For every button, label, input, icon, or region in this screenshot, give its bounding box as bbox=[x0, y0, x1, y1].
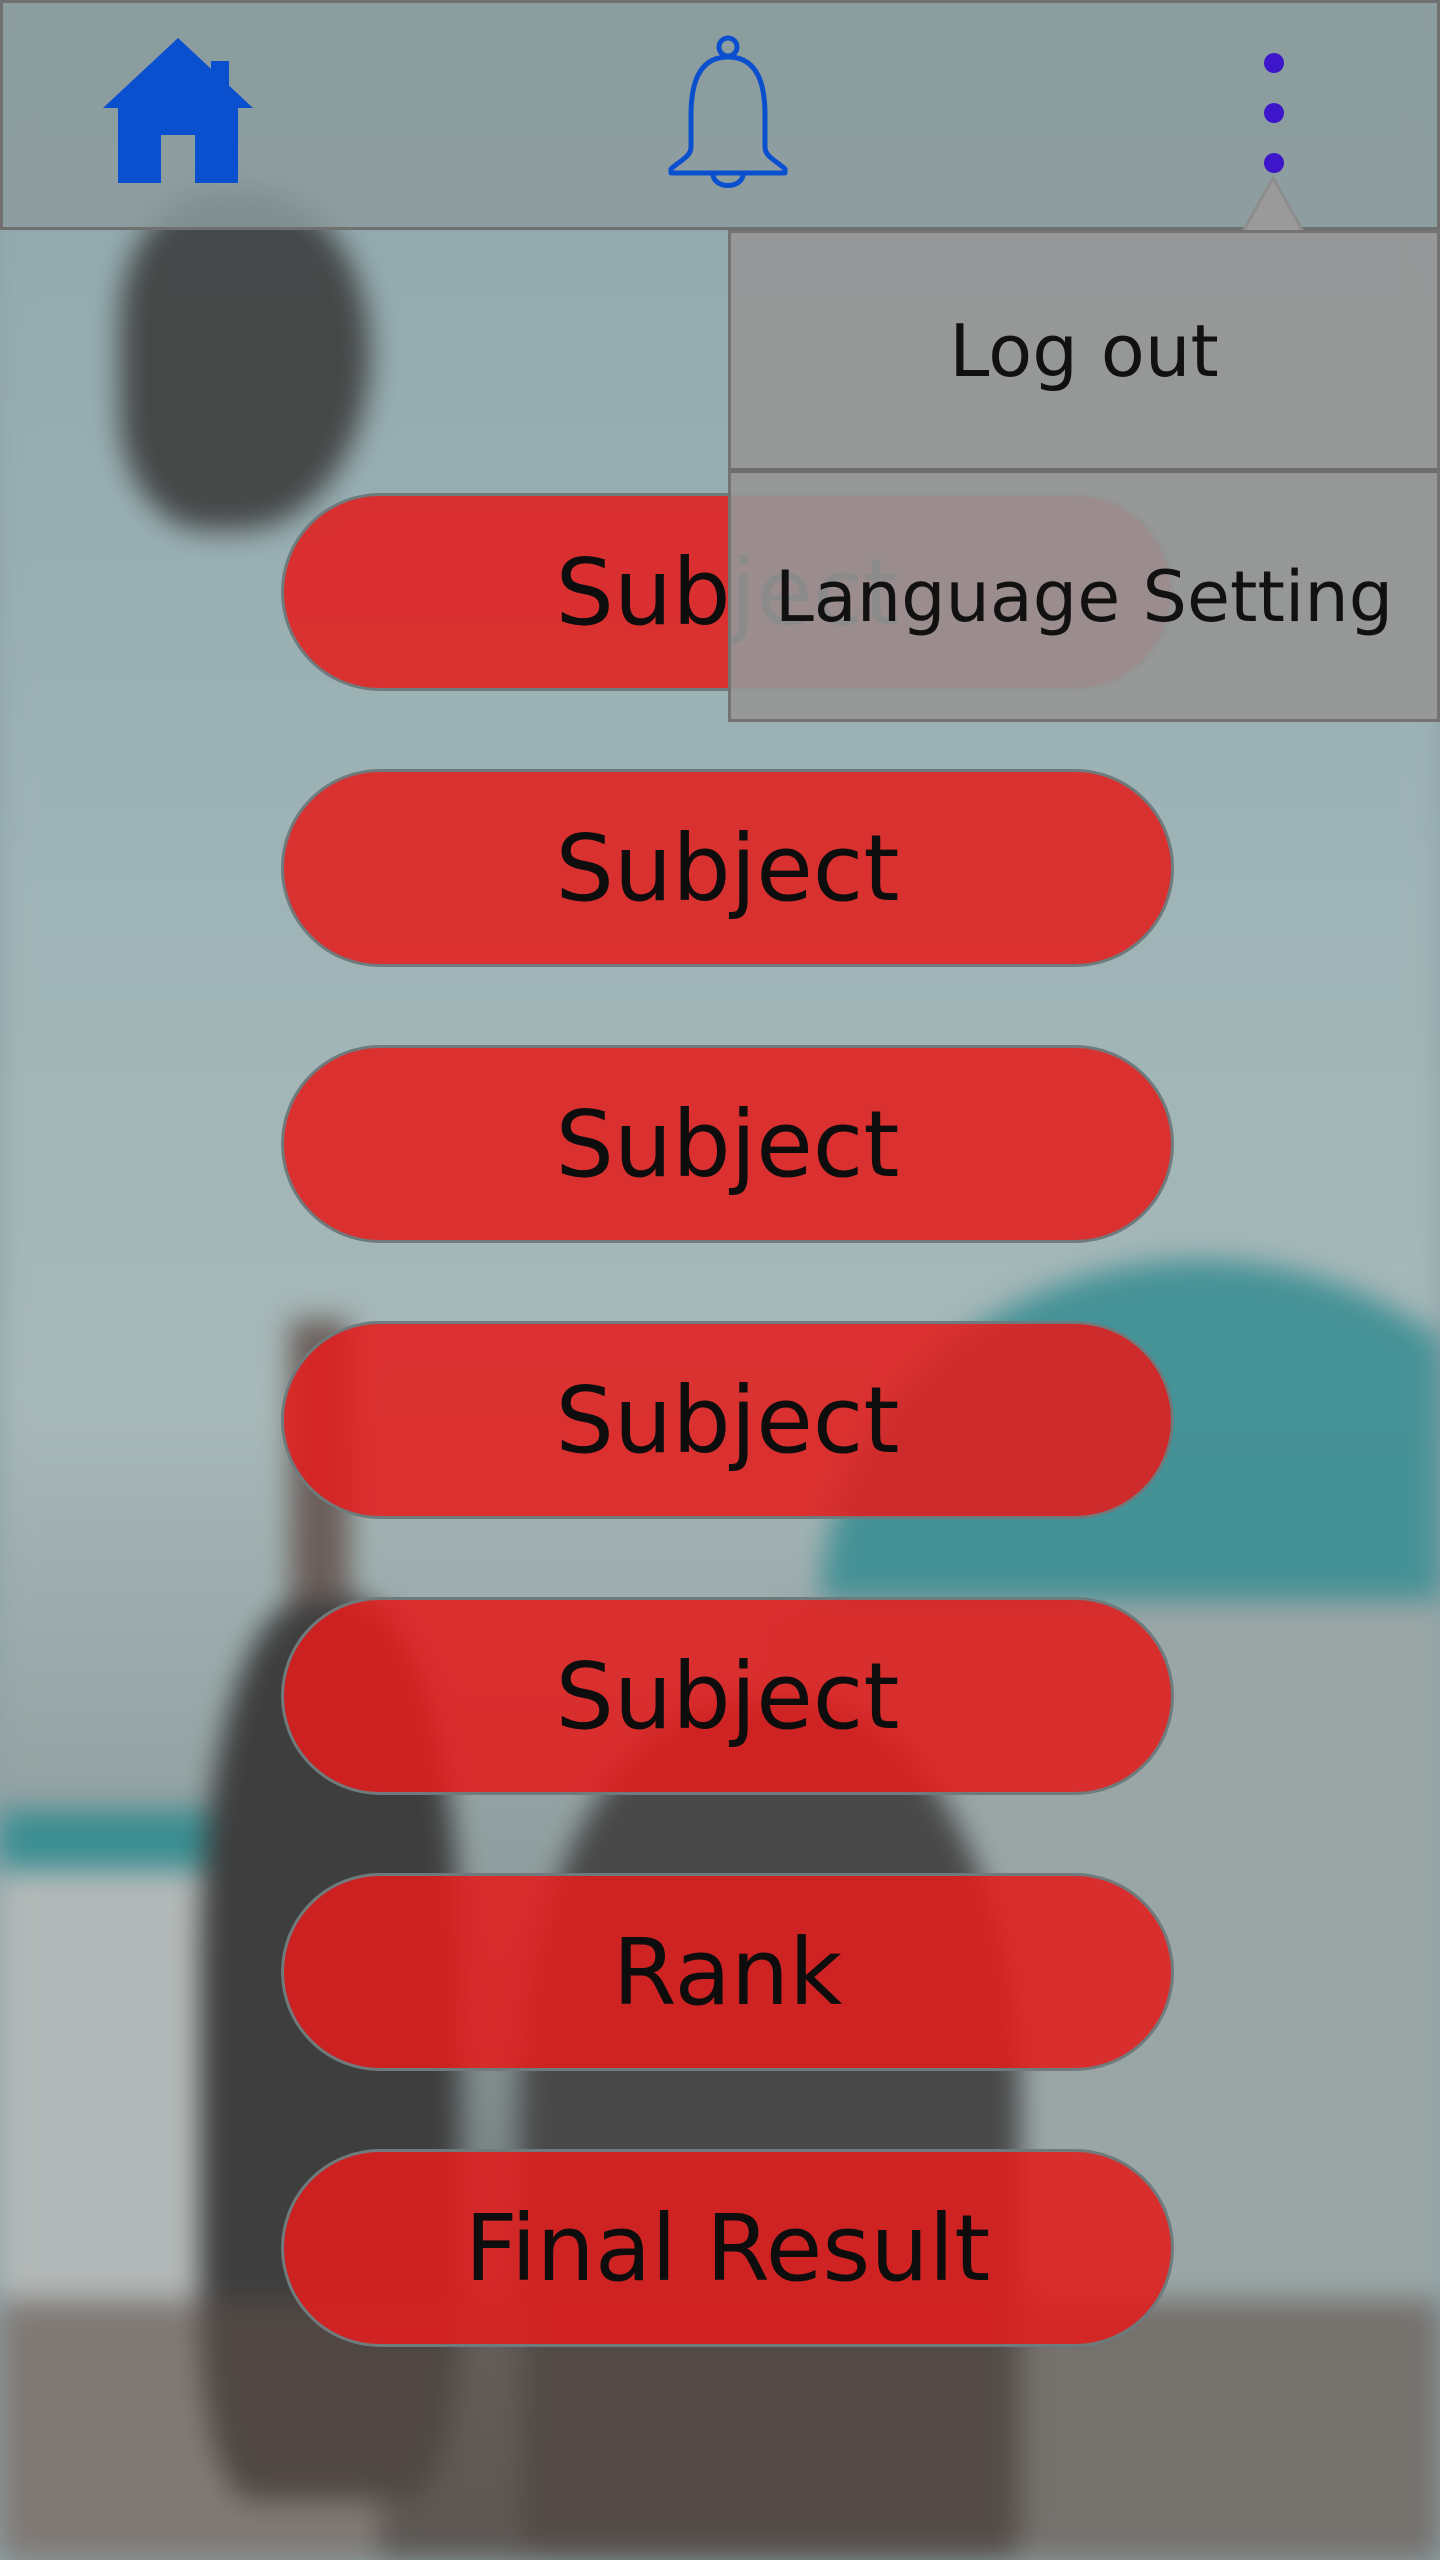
bell-icon[interactable] bbox=[663, 35, 793, 195]
overflow-menu: Log out Language Setting bbox=[728, 230, 1440, 722]
subject-button-2[interactable]: Subject bbox=[281, 769, 1174, 967]
rank-button[interactable]: Rank bbox=[281, 1873, 1174, 2071]
menu-dot bbox=[1264, 103, 1284, 123]
menu-item-language-setting[interactable]: Language Setting bbox=[731, 473, 1437, 721]
menu-dot bbox=[1264, 53, 1284, 73]
top-nav-bar bbox=[0, 0, 1440, 230]
more-vert-icon[interactable] bbox=[1243, 48, 1303, 188]
home-icon[interactable] bbox=[98, 33, 258, 188]
subject-button-3[interactable]: Subject bbox=[281, 1045, 1174, 1243]
final-result-button[interactable]: Final Result bbox=[281, 2149, 1174, 2347]
menu-dot bbox=[1264, 153, 1284, 173]
subject-button-5[interactable]: Subject bbox=[281, 1597, 1174, 1795]
subject-button-4[interactable]: Subject bbox=[281, 1321, 1174, 1519]
menu-caret-fill bbox=[1245, 181, 1301, 231]
menu-item-log-out[interactable]: Log out bbox=[731, 233, 1437, 473]
